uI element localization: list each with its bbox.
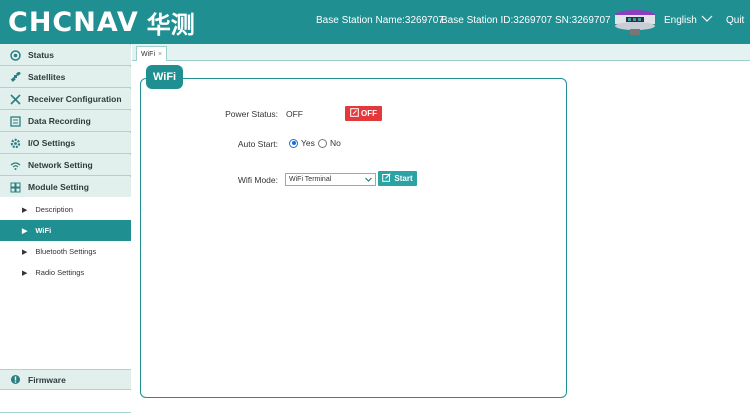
power-status-label: Power Status: bbox=[225, 109, 278, 119]
tab-bar: WiFi × bbox=[132, 44, 750, 61]
auto-start-yes-label: Yes bbox=[301, 138, 315, 148]
recording-icon bbox=[9, 115, 21, 127]
sidebar: Status Satellites Receiver Configuration… bbox=[0, 44, 131, 413]
sidebar-item-label: Satellites bbox=[28, 72, 66, 82]
base-station-name: Base Station Name:3269707 bbox=[316, 15, 444, 26]
chevron-down-icon bbox=[701, 15, 713, 26]
gear-icon bbox=[9, 137, 21, 149]
sidebar-subitem-radio-settings[interactable]: ▶ Radio Settings bbox=[0, 262, 131, 283]
sidebar-subitem-description[interactable]: ▶ Description bbox=[0, 199, 131, 220]
tools-icon bbox=[9, 93, 21, 105]
sidebar-subitem-label: Radio Settings bbox=[35, 268, 85, 277]
auto-start-no-radio[interactable] bbox=[318, 138, 327, 148]
auto-start-yes-radio[interactable] bbox=[289, 138, 298, 148]
base-station-id: Base Station ID:3269707 bbox=[441, 15, 553, 26]
serial-number: SN:3269707 bbox=[555, 15, 611, 26]
quit-link[interactable]: Quit bbox=[726, 15, 744, 26]
caret-right-icon: ▶ bbox=[22, 227, 28, 235]
sidebar-item-network-setting[interactable]: Network Setting bbox=[0, 155, 131, 176]
sidebar-subitem-wifi[interactable]: ▶ WiFi bbox=[0, 220, 131, 241]
close-icon[interactable]: × bbox=[158, 51, 162, 58]
start-button[interactable]: Start bbox=[378, 171, 417, 186]
language-label: English bbox=[664, 15, 697, 26]
power-icon bbox=[350, 108, 359, 119]
sidebar-subitem-label: Bluetooth Settings bbox=[35, 247, 97, 256]
logo-latin-text: CHCNAV bbox=[8, 6, 139, 38]
sidebar-item-satellites[interactable]: Satellites bbox=[0, 67, 131, 88]
wifi-mode-select[interactable]: WiFi Terminal bbox=[285, 173, 376, 186]
sidebar-subitem-label: Description bbox=[35, 205, 73, 214]
caret-right-icon: ▶ bbox=[22, 269, 28, 277]
sidebar-item-label: Network Setting bbox=[28, 160, 93, 170]
language-selector[interactable]: English bbox=[664, 15, 713, 26]
caret-right-icon: ▶ bbox=[22, 206, 28, 214]
auto-start-no-option[interactable]: No bbox=[318, 138, 341, 148]
panel-title: WiFi bbox=[146, 65, 184, 89]
sidebar-item-label: Receiver Configuration bbox=[28, 94, 122, 104]
logo-cn-text: 华测 bbox=[146, 10, 195, 39]
wifi-mode-label: Wifi Mode: bbox=[237, 175, 278, 185]
top-header: CHCNAV 华测 Base Station Name:3269707 Base… bbox=[0, 0, 750, 44]
auto-start-yes-option[interactable]: Yes bbox=[289, 138, 315, 148]
sidebar-item-status[interactable]: Status bbox=[0, 45, 131, 66]
sidebar-item-firmware[interactable]: Firmware bbox=[0, 369, 131, 390]
sidebar-item-label: Module Setting bbox=[28, 182, 89, 192]
sidebar-item-label: I/O Settings bbox=[28, 138, 76, 148]
caret-right-icon: ▶ bbox=[22, 248, 28, 256]
firmware-icon bbox=[9, 374, 21, 386]
edit-icon bbox=[382, 173, 392, 184]
wifi-icon bbox=[9, 159, 21, 171]
status-icon bbox=[9, 49, 21, 61]
satellite-icon bbox=[9, 71, 21, 83]
wifi-panel bbox=[140, 78, 567, 398]
power-toggle-label: OFF bbox=[361, 109, 377, 118]
modules-icon bbox=[9, 181, 21, 193]
chevron-down-icon bbox=[364, 175, 373, 184]
sidebar-subitem-label: WiFi bbox=[35, 226, 52, 235]
auto-start-no-label: No bbox=[330, 138, 341, 148]
power-toggle-button[interactable]: OFF bbox=[345, 106, 382, 121]
sidebar-item-io-settings[interactable]: I/O Settings bbox=[0, 133, 131, 154]
tab-wifi[interactable]: WiFi × bbox=[136, 46, 168, 61]
sidebar-item-module-setting[interactable]: Module Setting bbox=[0, 177, 131, 198]
sidebar-item-data-recording[interactable]: Data Recording bbox=[0, 111, 131, 132]
chcnav-logo: CHCNAV 华测 bbox=[8, 5, 195, 39]
wifi-mode-value: WiFi Terminal bbox=[289, 176, 332, 183]
sidebar-item-label: Status bbox=[28, 50, 54, 60]
power-status-value: OFF bbox=[286, 109, 303, 119]
sidebar-subitem-bluetooth-settings[interactable]: ▶ Bluetooth Settings bbox=[0, 241, 131, 262]
sidebar-item-receiver-configuration[interactable]: Receiver Configuration bbox=[0, 89, 131, 110]
auto-start-label: Auto Start: bbox=[237, 139, 278, 149]
sidebar-item-label: Firmware bbox=[28, 374, 66, 385]
tab-label: WiFi bbox=[141, 50, 155, 58]
sidebar-item-label: Data Recording bbox=[28, 116, 91, 126]
receiver-device-icon bbox=[613, 9, 657, 37]
start-button-label: Start bbox=[394, 174, 413, 183]
